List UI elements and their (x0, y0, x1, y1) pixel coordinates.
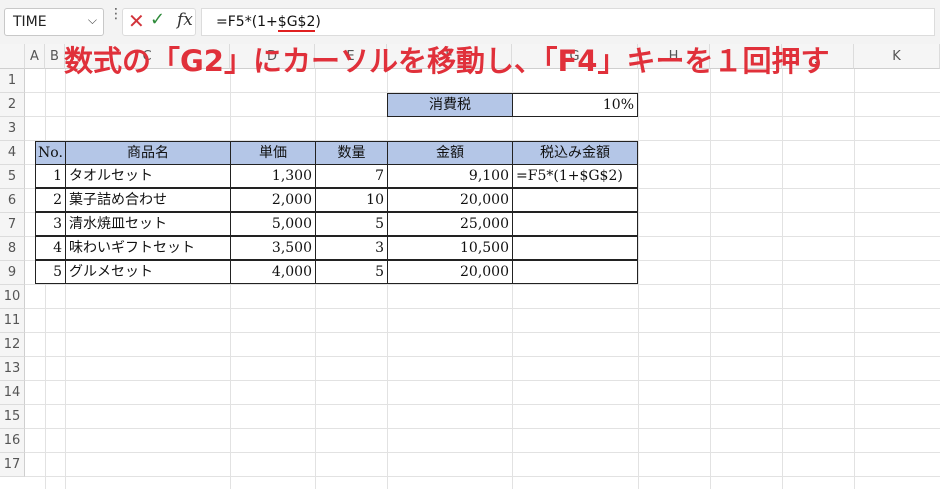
cell-amount[interactable]: 25,000 (387, 212, 513, 236)
cell-quantity[interactable]: 3 (315, 236, 388, 260)
cell-amount[interactable]: 10,500 (387, 236, 513, 260)
row-header-17[interactable]: 17 (0, 453, 25, 477)
row-header-15[interactable]: 15 (0, 405, 25, 429)
row-header-10[interactable]: 10 (0, 285, 25, 309)
gridline (25, 332, 940, 333)
header-amount[interactable]: 金額 (387, 141, 513, 165)
more-options-icon[interactable]: ⋮ (109, 7, 123, 21)
cell-unit-price[interactable]: 4,000 (230, 260, 316, 284)
cell-amount[interactable]: 9,100 (387, 164, 513, 188)
cell-quantity[interactable]: 7 (315, 164, 388, 188)
cell-unit-price[interactable]: 5,000 (230, 212, 316, 236)
cell-quantity[interactable]: 5 (315, 212, 388, 236)
gridline (25, 380, 940, 381)
formula-highlight: $G$2 (277, 14, 316, 32)
cell-unit-price[interactable]: 3,500 (230, 236, 316, 260)
cell-amount[interactable]: 20,000 (387, 260, 513, 284)
instruction-overlay: 数式の「G2」にカーソルを移動し、「F4」キーを１回押す (64, 44, 830, 78)
cell-tax-included[interactable] (512, 236, 638, 260)
row-header-3[interactable]: 3 (0, 117, 25, 141)
column-header-k[interactable]: K (854, 44, 940, 69)
gridline (25, 404, 940, 405)
cell-product[interactable]: 菓子詰め合わせ (65, 188, 231, 212)
formula-text: =F5*(1+$G$2) (216, 14, 321, 32)
column-header-a[interactable]: A (25, 44, 45, 69)
cell-tax-included-editing[interactable]: =F5*(1+$G$2) (512, 164, 638, 188)
cell-amount[interactable]: 20,000 (387, 188, 513, 212)
gridline (782, 69, 783, 489)
gridline (25, 476, 940, 477)
cancel-icon[interactable]: ✕ (128, 9, 145, 33)
gridline (25, 428, 940, 429)
row-header-16[interactable]: 16 (0, 429, 25, 453)
column-header-b[interactable]: B (45, 44, 65, 69)
gridline (638, 69, 639, 489)
header-quantity[interactable]: 数量 (315, 141, 388, 165)
formula-prefix: =F5*(1+ (216, 14, 278, 30)
row-header-2[interactable]: 2 (0, 93, 25, 117)
insert-function-icon[interactable]: fx (177, 10, 193, 30)
cell-product[interactable]: 味わいギフトセット (65, 236, 231, 260)
row-header-14[interactable]: 14 (0, 381, 25, 405)
cell-no[interactable]: 1 (35, 164, 66, 188)
enter-check-icon[interactable]: ✓ (150, 9, 165, 30)
select-all-corner[interactable] (0, 44, 25, 69)
row-header-8[interactable]: 8 (0, 237, 25, 261)
formula-suffix: ) (315, 14, 321, 30)
row-header-9[interactable]: 9 (0, 261, 25, 285)
header-unit-price[interactable]: 単価 (230, 141, 316, 165)
row-header-1[interactable]: 1 (0, 69, 25, 93)
cell-unit-price[interactable]: 1,300 (230, 164, 316, 188)
cell-product[interactable]: 清水焼皿セット (65, 212, 231, 236)
chevron-down-icon[interactable]: ⌵ (88, 13, 97, 28)
gridline (25, 284, 940, 285)
gridline (854, 69, 855, 489)
header-no[interactable]: No. (35, 141, 66, 165)
cell-quantity[interactable]: 10 (315, 188, 388, 212)
header-product[interactable]: 商品名 (65, 141, 231, 165)
gridline (25, 356, 940, 357)
row-header-4[interactable]: 4 (0, 141, 25, 165)
name-box-value: TIME (13, 14, 47, 30)
row-header-7[interactable]: 7 (0, 213, 25, 237)
cell-product[interactable]: タオルセット (65, 164, 231, 188)
cell-unit-price[interactable]: 2,000 (230, 188, 316, 212)
gridline (25, 452, 940, 453)
cell-no[interactable]: 4 (35, 236, 66, 260)
row-header-13[interactable]: 13 (0, 357, 25, 381)
cell-no[interactable]: 3 (35, 212, 66, 236)
cell-tax-included[interactable] (512, 212, 638, 236)
gridline (25, 308, 940, 309)
formula-input[interactable]: =F5*(1+$G$2) (201, 8, 935, 36)
row-header-12[interactable]: 12 (0, 333, 25, 357)
cell-quantity[interactable]: 5 (315, 260, 388, 284)
name-box[interactable]: TIME ⌵ (4, 8, 104, 36)
cell-product[interactable]: グルメセット (65, 260, 231, 284)
gridline (710, 69, 711, 489)
row-header-6[interactable]: 6 (0, 189, 25, 213)
tax-label-cell[interactable]: 消費税 (387, 93, 513, 117)
tax-rate-cell[interactable]: 10% (512, 93, 638, 117)
header-tax-included[interactable]: 税込み金額 (512, 141, 638, 165)
cell-no[interactable]: 2 (35, 188, 66, 212)
cell-no[interactable]: 5 (35, 260, 66, 284)
row-header-11[interactable]: 11 (0, 309, 25, 333)
cell-tax-included[interactable] (512, 260, 638, 284)
row-header-5[interactable]: 5 (0, 165, 25, 189)
cell-tax-included[interactable] (512, 188, 638, 212)
